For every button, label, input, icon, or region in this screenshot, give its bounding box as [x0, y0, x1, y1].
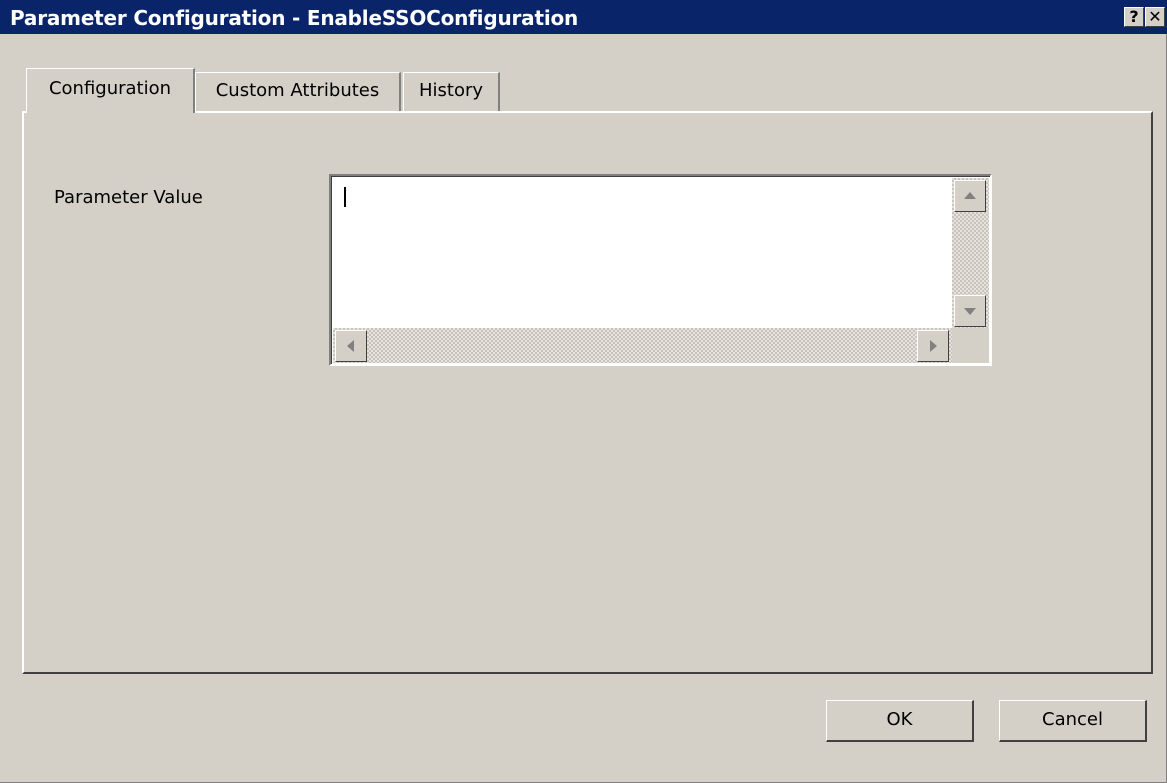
horizontal-scrollbar[interactable]: [333, 328, 952, 363]
arrow-down-icon[interactable]: [954, 295, 986, 327]
title-bar[interactable]: Parameter Configuration - EnableSSOConfi…: [0, 0, 1167, 34]
dialog-window: Parameter Configuration - EnableSSOConfi…: [0, 0, 1167, 783]
window-title: Parameter Configuration - EnableSSOConfi…: [10, 6, 579, 30]
tab-custom-attributes[interactable]: Custom Attributes: [195, 72, 401, 114]
text-caret: [344, 187, 346, 207]
parameter-value-label: Parameter Value: [54, 187, 203, 208]
cancel-button[interactable]: Cancel: [999, 700, 1147, 742]
parameter-value-field[interactable]: [329, 174, 992, 366]
parameter-value-inner[interactable]: [331, 176, 990, 364]
scrollbar-corner: [952, 328, 989, 363]
arrow-left-icon[interactable]: [335, 330, 367, 362]
close-icon[interactable]: ✕: [1145, 7, 1165, 27]
ok-button[interactable]: OK: [826, 700, 974, 742]
tab-history[interactable]: History: [403, 72, 500, 114]
arrow-up-icon[interactable]: [954, 180, 986, 212]
tab-configuration[interactable]: Configuration: [26, 68, 195, 113]
arrow-right-icon[interactable]: [917, 330, 949, 362]
help-icon[interactable]: ?: [1124, 7, 1144, 27]
